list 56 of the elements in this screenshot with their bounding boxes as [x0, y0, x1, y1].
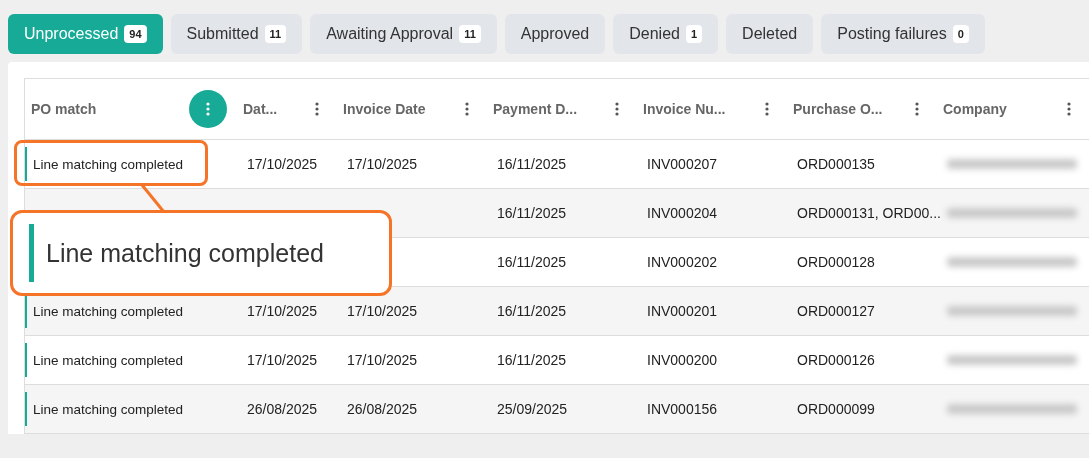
- table-cell: 17/10/2025: [347, 156, 418, 172]
- table-cell: INV000202: [647, 254, 718, 270]
- more-icon: [765, 102, 769, 116]
- tab[interactable]: Unprocessed 94: [8, 14, 163, 54]
- more-icon: [915, 102, 919, 116]
- table-cell: INV000207: [647, 156, 718, 172]
- tab[interactable]: Denied 1: [613, 14, 719, 54]
- table-cell: 16/11/2025: [497, 303, 567, 319]
- column-header: PO match: [31, 101, 97, 117]
- column-header: Dat...: [243, 101, 278, 117]
- column-header: Invoice Date: [343, 101, 426, 117]
- tab[interactable]: Submitted 11: [170, 14, 303, 54]
- more-icon: [315, 102, 319, 116]
- table-cell: 25/09/2025: [497, 401, 568, 417]
- count-badge: 0: [952, 25, 969, 43]
- callout-text: Line matching completed: [29, 224, 324, 282]
- table-cell: ORD000135: [797, 156, 875, 172]
- more-icon: [615, 102, 619, 116]
- table-cell: ORD000131, ORD00...: [797, 205, 941, 221]
- count-badge: 11: [459, 25, 481, 43]
- table-cell: 26/08/2025: [247, 401, 318, 417]
- table-cell: 16/11/2025: [497, 156, 567, 172]
- table-cell: 17/10/2025: [247, 156, 318, 172]
- column-header: Payment D...: [493, 101, 578, 117]
- table-cell: INV000200: [647, 352, 718, 368]
- more-icon: [465, 102, 469, 116]
- table-cell: INV000201: [647, 303, 718, 319]
- column-header: Company: [943, 101, 1007, 117]
- count-badge: 11: [264, 25, 287, 43]
- table-cell: 17/10/2025: [347, 303, 418, 319]
- table-cell: 17/10/2025: [347, 352, 418, 368]
- tab[interactable]: Posting failures 0: [821, 14, 985, 54]
- table-cell: ORD000126: [797, 352, 875, 368]
- tab[interactable]: Approved: [504, 14, 606, 54]
- table-cell: ORD000128: [797, 254, 875, 270]
- table-cell: INV000156: [647, 401, 718, 417]
- table-cell: 26/08/2025: [347, 401, 418, 417]
- table-cell: 16/11/2025: [497, 254, 567, 270]
- count-badge: 1: [685, 25, 703, 43]
- column-header: Purchase O...: [793, 101, 883, 117]
- table-cell: ORD000127: [797, 303, 875, 319]
- table-cell: Line matching completed: [25, 392, 237, 426]
- more-icon: [206, 102, 210, 116]
- table-cell: 17/10/2025: [247, 352, 318, 368]
- tab[interactable]: Awaiting Approval 11: [310, 14, 497, 54]
- table-cell: INV000204: [647, 205, 718, 221]
- column-header: Invoice Nu...: [643, 101, 726, 117]
- more-icon: [1067, 102, 1071, 116]
- count-badge: 94: [124, 25, 147, 43]
- table-cell: Line matching completed: [25, 343, 237, 377]
- tab[interactable]: Deleted: [726, 14, 814, 54]
- table-cell: ORD000099: [797, 401, 875, 417]
- table-cell: 17/10/2025: [247, 303, 318, 319]
- table-cell: 16/11/2025: [497, 352, 567, 368]
- table-cell: 16/11/2025: [497, 205, 567, 221]
- table-cell: Line matching completed: [25, 147, 237, 181]
